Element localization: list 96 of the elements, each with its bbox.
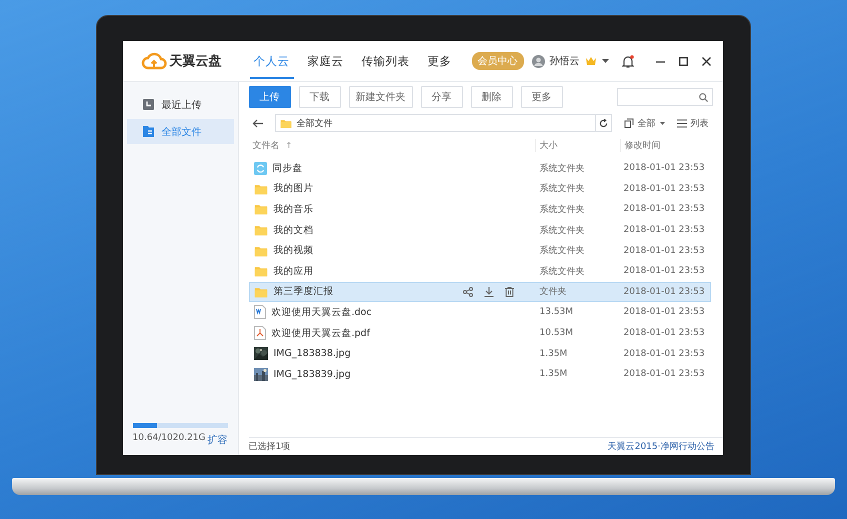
path-text: 全部文件 <box>296 118 334 130</box>
search-field[interactable] <box>616 88 712 106</box>
nav-tab[interactable]: 家庭云 <box>304 44 348 78</box>
caret-icon <box>660 122 664 124</box>
file-row[interactable]: 我的视频 系统文件夹 2018-01-01 23:53 <box>248 240 710 261</box>
modified-time: 2018-01-01 23:53 <box>622 307 706 318</box>
refresh-icon <box>598 118 608 128</box>
modified-time: 2018-01-01 23:53 <box>622 246 706 256</box>
delete-icon[interactable] <box>504 286 514 297</box>
file-name: 我的文档 <box>274 224 314 237</box>
share-icon[interactable] <box>462 286 472 297</box>
file-row[interactable]: 我的图片 系统文件夹 2018-01-01 23:53 <box>248 178 710 200</box>
nav-tab[interactable]: 个人云 <box>250 44 294 78</box>
modified-time: 2018-01-01 23:53 <box>622 369 706 380</box>
download-icon[interactable] <box>484 286 494 297</box>
folder-icon <box>254 265 268 278</box>
column-header[interactable]: 大小 <box>534 139 620 152</box>
file-row[interactable]: 我的文档 系统文件夹 2018-01-01 23:53 <box>248 220 710 240</box>
modified-time: 2018-01-01 23:53 <box>622 204 706 214</box>
toolbar-button[interactable]: 下载 <box>298 86 340 108</box>
toolbar-button[interactable]: 分享 <box>420 86 462 108</box>
modified-time: 2018-01-01 23:53 <box>622 225 706 236</box>
file-size: 1.35M <box>538 348 568 359</box>
toolbar-button[interactable]: 删除 <box>470 86 512 108</box>
file-name: IMG_183838.jpg <box>274 348 351 360</box>
file-row[interactable]: 同步盘 系统文件夹 2018-01-01 23:53 <box>248 158 710 179</box>
expand-link[interactable]: 扩容 <box>208 433 228 447</box>
file-row[interactable]: 我的音乐 系统文件夹 2018-01-01 23:53 <box>248 199 710 220</box>
avatar-icon[interactable] <box>532 54 544 68</box>
bell-icon[interactable] <box>622 54 634 68</box>
file-size: 系统文件夹 <box>538 244 586 258</box>
modified-time: 2018-01-01 23:53 <box>622 184 706 194</box>
modified-time: 2018-01-01 23:53 <box>622 328 706 338</box>
selection-count: 已选择1项 <box>248 440 290 453</box>
search-icon[interactable] <box>698 92 708 102</box>
nav-tab[interactable]: 传输列表 <box>358 44 414 78</box>
app-name: 天翼云盘 <box>170 53 222 70</box>
folder-icon <box>142 126 154 137</box>
close-icon[interactable] <box>702 56 710 66</box>
file-size: 系统文件夹 <box>538 224 586 237</box>
file-size: 1.35M <box>538 369 568 380</box>
folder-icon <box>254 182 268 195</box>
folder-icon <box>254 203 268 216</box>
file-name: 第三季度汇报 <box>274 285 334 298</box>
file-row[interactable]: 第三季度汇报 文件夹 2018-01-01 23:53 <box>248 282 710 302</box>
file-name: 欢迎使用天翼云盘.doc <box>272 306 372 319</box>
file-size: 13.53M <box>538 307 574 318</box>
toolbar-button[interactable]: 上传 <box>248 86 290 108</box>
file-name: 我的音乐 <box>274 202 314 216</box>
path-field[interactable]: 全部文件 <box>274 114 612 132</box>
folder-icon <box>280 118 292 128</box>
back-arrow-icon[interactable] <box>252 118 262 128</box>
notice-link[interactable]: 天翼云2015·净网行动公告 <box>608 440 714 453</box>
folder-icon <box>254 224 268 236</box>
file-row[interactable]: IMG_183838.jpg 1.35M 2018-01-01 23:53 <box>248 343 710 364</box>
modified-time: 2018-01-01 23:53 <box>622 163 706 174</box>
copy-icon <box>624 118 634 128</box>
file-name: 我的应用 <box>274 264 314 278</box>
toolbar-button[interactable]: 更多 <box>520 86 562 108</box>
filter-dropdown[interactable]: 全部 <box>616 116 664 130</box>
sync-folder-icon <box>254 162 266 175</box>
file-size: 系统文件夹 <box>538 162 586 175</box>
view-toggle[interactable]: 列表 <box>668 116 708 130</box>
maximize-icon[interactable] <box>678 56 688 66</box>
folder-icon <box>254 286 268 298</box>
file-size: 系统文件夹 <box>538 266 586 278</box>
nav-tab[interactable]: 更多 <box>424 44 456 78</box>
column-header[interactable]: 文件名 ↑ <box>248 139 534 152</box>
sidebar-item[interactable]: 最近上传 <box>126 92 234 117</box>
file-size: 文件夹 <box>538 286 568 298</box>
file-size: 系统文件夹 <box>538 182 586 196</box>
file-name: 欢迎使用天翼云盘.pdf <box>272 326 370 340</box>
modified-time: 2018-01-01 23:53 <box>622 286 706 297</box>
word-document-icon <box>254 305 266 320</box>
file-size: 系统文件夹 <box>538 204 586 216</box>
modified-time: 2018-01-01 23:53 <box>622 348 706 359</box>
file-row[interactable]: 欢迎使用天翼云盘.pdf 10.53M 2018-01-01 23:53 <box>248 322 710 344</box>
modified-time: 2018-01-01 23:53 <box>622 266 706 276</box>
file-row[interactable]: 我的应用 系统文件夹 2018-01-01 23:53 <box>248 260 710 282</box>
caret-icon[interactable] <box>602 59 608 63</box>
file-name: IMG_183839.jpg <box>274 368 351 380</box>
file-size: 10.53M <box>538 328 574 338</box>
list-icon <box>676 118 686 128</box>
cloud-logo-icon <box>140 52 166 70</box>
pdf-document-icon <box>254 326 266 340</box>
clock-icon <box>142 99 154 110</box>
folder-icon <box>254 244 268 257</box>
file-name: 我的视频 <box>274 244 314 258</box>
storage-usage: 10.64/1020.21G <box>132 433 206 445</box>
file-name: 我的图片 <box>274 182 314 196</box>
file-name: 同步盘 <box>272 162 302 175</box>
user-name[interactable]: 孙悟云 <box>550 54 580 68</box>
file-row[interactable]: IMG_183839.jpg 1.35M 2018-01-01 23:53 <box>248 364 710 385</box>
file-row[interactable]: 欢迎使用天翼云盘.doc 13.53M 2018-01-01 23:53 <box>248 302 710 323</box>
toolbar-button[interactable]: 新建文件夹 <box>348 86 412 108</box>
column-header[interactable]: 修改时间 <box>620 139 710 152</box>
